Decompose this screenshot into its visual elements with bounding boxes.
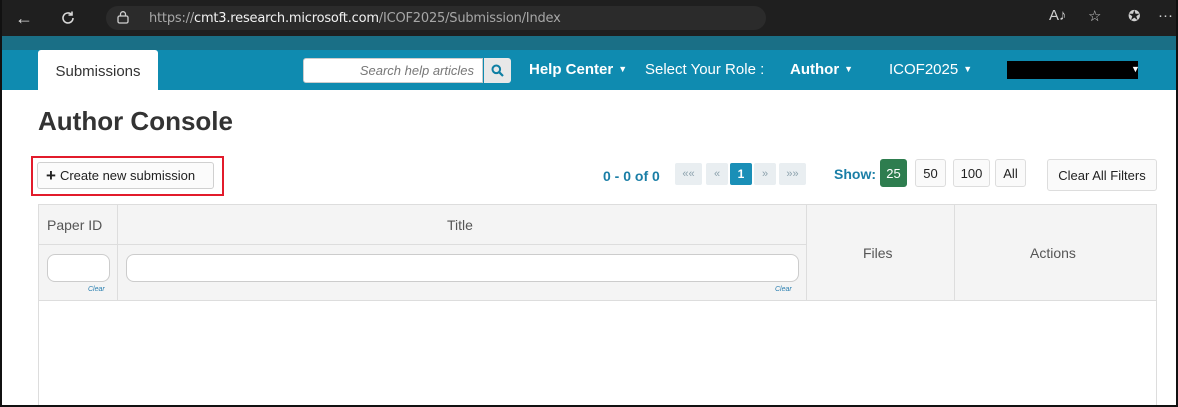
window-frame: [0, 0, 1178, 407]
